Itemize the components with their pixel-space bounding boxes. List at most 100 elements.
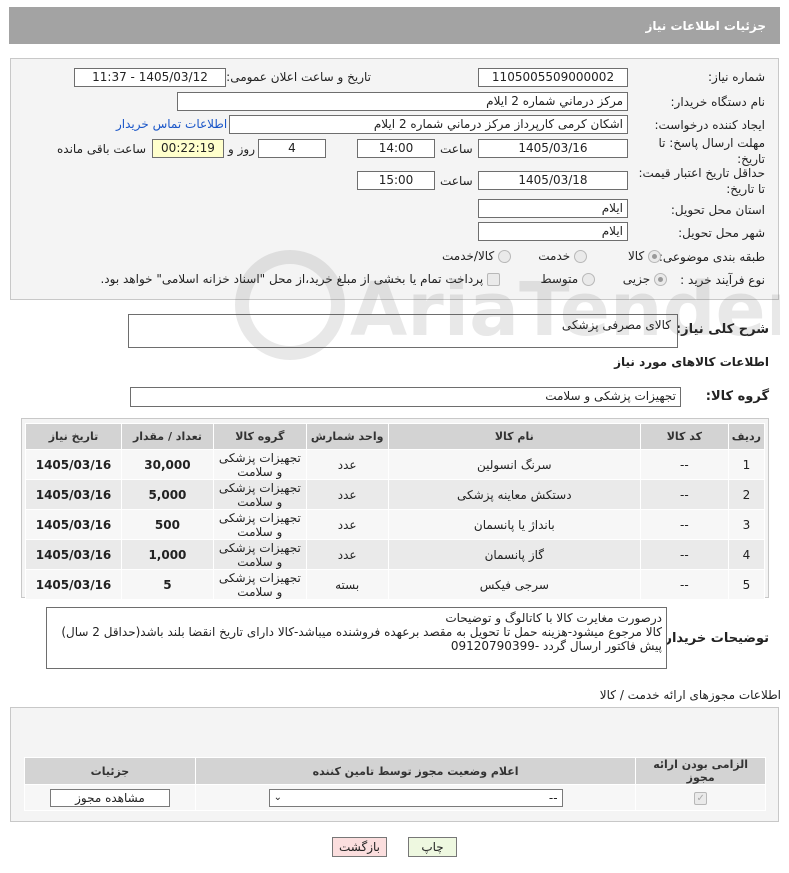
deadline-label: مهلت ارسال پاسخ: تا bbox=[658, 136, 765, 150]
required-cell: ✓ bbox=[635, 784, 766, 811]
description-label: شرح کلی نیاز: bbox=[675, 322, 769, 337]
table-row: 5 -- سرجی فیکس بسته تجهیزات پزشکی و سلام… bbox=[25, 569, 766, 600]
goods-name: گاز پانسمان bbox=[387, 539, 641, 570]
checkbox-icon: ✓ bbox=[694, 791, 708, 805]
row-number: 1 bbox=[727, 449, 766, 480]
goods-group: تجهیزات پزشکی و سلامت bbox=[212, 539, 307, 570]
page-title: جزئیات اطلاعات نیاز bbox=[9, 7, 780, 44]
row-number: 4 bbox=[727, 539, 766, 570]
goods-unit: عدد bbox=[305, 509, 389, 540]
radio-icon bbox=[582, 273, 595, 286]
category-option-label: خدمت bbox=[538, 249, 571, 263]
remaining-time-field: 00:22:19 bbox=[152, 139, 224, 158]
purchase-radio-minor[interactable]: جزیی bbox=[623, 272, 667, 286]
goods-quantity: 30,000 bbox=[121, 449, 214, 480]
goods-unit: عدد bbox=[305, 449, 389, 480]
announce-date-field: 1405/03/12 - 11:37 bbox=[74, 68, 226, 87]
column-header: اعلام وضعیت مجوز توسط تامین کننده bbox=[194, 757, 637, 785]
details-cell: مشاهده مجوز bbox=[24, 784, 196, 811]
goods-name: سرنگ انسولین bbox=[387, 449, 641, 480]
row-number: 2 bbox=[727, 479, 766, 510]
goods-code: -- bbox=[639, 479, 729, 510]
buyer-org-field: مرکز درماني شماره 2 ايلام bbox=[177, 92, 628, 111]
radio-icon bbox=[654, 273, 667, 286]
goods-group: تجهیزات پزشکی و سلامت bbox=[212, 509, 307, 540]
table-row: 2 -- دستکش معاینه پزشکی عدد تجهیزات پزشک… bbox=[25, 479, 766, 510]
goods-date: 1405/03/16 bbox=[25, 539, 122, 570]
city-field: ايلام bbox=[478, 222, 628, 241]
category-option-label: کالا/خدمت bbox=[441, 249, 495, 263]
purchase-option-label: جزیی bbox=[622, 272, 651, 286]
permits-table: الزامی بودن ارائه مجوز اعلام وضعیت مجوز … bbox=[24, 757, 766, 811]
goods-group-label: گروه کالا: bbox=[705, 389, 769, 404]
column-header: تاریخ نیاز bbox=[25, 423, 122, 450]
goods-name: بانداژ یا پانسمان bbox=[387, 509, 641, 540]
purchase-radio-medium[interactable]: متوسط bbox=[540, 272, 595, 286]
checkbox-icon bbox=[487, 273, 500, 286]
column-header: گروه کالا bbox=[212, 423, 307, 450]
announce-date-label: تاریخ و ساعت اعلان عمومی: bbox=[226, 70, 371, 84]
goods-code: -- bbox=[639, 509, 729, 540]
row-number: 5 bbox=[727, 569, 766, 600]
goods-group: تجهیزات پزشکی و سلامت bbox=[212, 569, 307, 600]
goods-date: 1405/03/16 bbox=[25, 449, 122, 480]
goods-table: ردیف کد کالا نام کالا واحد شمارش گروه کا… bbox=[25, 423, 766, 600]
chevron-down-icon: ⌄ bbox=[273, 791, 282, 803]
goods-code: -- bbox=[639, 569, 729, 600]
province-label: استان محل تحویل: bbox=[670, 203, 765, 217]
view-permit-button[interactable]: مشاهده مجوز bbox=[49, 788, 170, 807]
buyer-notes-line: پیش فاکتور ارسال گردد -09120790399 bbox=[450, 639, 662, 653]
category-label: طبقه بندی موضوعی: bbox=[658, 250, 765, 264]
remaining-time-label: ساعت باقی مانده bbox=[57, 142, 147, 156]
row-number: 3 bbox=[727, 509, 766, 540]
permits-row: ✓ -- ⌄ مشاهده مجوز bbox=[24, 784, 766, 811]
payment-checkbox-row[interactable]: پرداخت تمام یا بخشی از مبلغ خرید،از محل … bbox=[100, 272, 500, 286]
goods-unit: عدد bbox=[305, 479, 389, 510]
status-cell: -- ⌄ bbox=[194, 784, 637, 811]
category-option-label: کالا bbox=[627, 249, 645, 263]
column-header: تعداد / مقدار bbox=[121, 423, 214, 450]
category-radio-goods[interactable]: کالا bbox=[628, 249, 661, 263]
deadline-label-2: تاریخ: bbox=[737, 152, 765, 166]
need-number-label: شماره نیاز: bbox=[708, 70, 765, 84]
goods-quantity: 5 bbox=[121, 569, 214, 600]
column-header: الزامی بودن ارائه مجوز bbox=[635, 757, 766, 785]
radio-icon bbox=[648, 250, 661, 263]
radio-icon bbox=[498, 250, 511, 263]
days-label: روز و bbox=[228, 142, 255, 156]
buyer-notes-line: کالا مرجوع میشود-هزینه حمل تا تحویل به م… bbox=[61, 625, 662, 639]
buyer-notes-line: درصورت مغایرت کالا با کاتالوگ و توضیحات bbox=[445, 611, 662, 625]
description-textarea[interactable]: کالای مصرفی پزشکی bbox=[128, 314, 678, 348]
table-row: 3 -- بانداژ یا پانسمان عدد تجهیزات پزشکی… bbox=[25, 509, 766, 540]
table-header-row: ردیف کد کالا نام کالا واحد شمارش گروه کا… bbox=[25, 423, 766, 450]
goods-group: تجهیزات پزشکی و سلامت bbox=[212, 479, 307, 510]
validity-label: حداقل تاریخ اعتبار قیمت: bbox=[638, 166, 765, 180]
goods-group: تجهیزات پزشکی و سلامت bbox=[212, 449, 307, 480]
column-header: واحد شمارش bbox=[305, 423, 389, 450]
validity-time-field: 15:00 bbox=[357, 171, 435, 190]
table-row: 4 -- گاز پانسمان عدد تجهیزات پزشکی و سلا… bbox=[25, 539, 766, 570]
permit-status-select[interactable]: -- ⌄ bbox=[268, 788, 563, 807]
goods-quantity: 5,000 bbox=[121, 479, 214, 510]
print-button[interactable]: چاپ bbox=[408, 837, 457, 857]
buyer-org-label: نام دستگاه خریدار: bbox=[670, 95, 766, 109]
category-radio-goods-service[interactable]: کالا/خدمت bbox=[442, 249, 511, 263]
requester-field: اشکان کرمی کارپرداز مرکز درماني شماره 2 … bbox=[229, 115, 628, 134]
deadline-date-field: 1405/03/16 bbox=[478, 139, 628, 158]
buyer-notes-textarea[interactable]: درصورت مغایرت کالا با کاتالوگ و توضیحات … bbox=[46, 607, 667, 669]
goods-group-field: تجهیزات پزشکی و سلامت bbox=[130, 387, 681, 407]
buyer-contact-link[interactable]: اطلاعات تماس خریدار bbox=[116, 117, 227, 131]
select-value: -- bbox=[548, 790, 558, 805]
province-field: ايلام bbox=[478, 199, 628, 218]
back-button[interactable]: بازگشت bbox=[332, 837, 387, 857]
requester-label: ایجاد کننده درخواست: bbox=[654, 118, 765, 132]
goods-code: -- bbox=[639, 449, 729, 480]
goods-unit: عدد bbox=[305, 539, 389, 570]
category-radio-service[interactable]: خدمت bbox=[538, 249, 587, 263]
validity-label-2: تا تاریخ: bbox=[726, 182, 765, 196]
goods-name: سرجی فیکس bbox=[387, 569, 641, 600]
permits-section-title: اطلاعات مجوزهای ارائه خدمت / کالا bbox=[599, 688, 781, 702]
table-row: 1 -- سرنگ انسولین عدد تجهیزات پزشکی و سل… bbox=[25, 449, 766, 480]
validity-time-label: ساعت bbox=[440, 174, 473, 188]
days-field: 4 bbox=[258, 139, 326, 158]
